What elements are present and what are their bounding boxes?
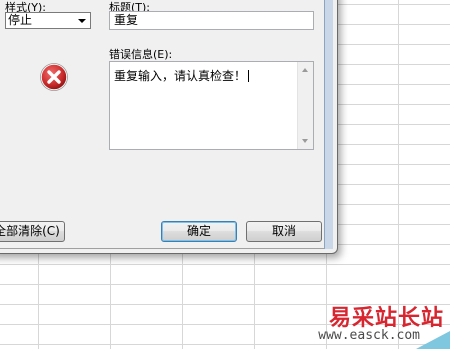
- corner-decoration: [416, 331, 450, 349]
- chevron-down-icon[interactable]: [78, 19, 86, 23]
- cancel-button[interactable]: 取消: [246, 221, 322, 242]
- style-select[interactable]: 停止: [5, 12, 91, 29]
- title-input[interactable]: 重复: [109, 11, 314, 30]
- scroll-up-arrow-icon[interactable]: [302, 68, 308, 72]
- error-stop-icon: [40, 63, 68, 91]
- scroll-down-arrow-icon[interactable]: [302, 139, 308, 143]
- watermark-url: www.easck.com: [318, 328, 420, 343]
- textarea-scrollbar[interactable]: [297, 62, 313, 149]
- data-validation-dialog: 样式(Y): 停止 标题(T): 重复 错误信息(E): 重复输入，请认真检查！: [0, 0, 338, 254]
- style-select-value: 停止: [8, 13, 33, 27]
- ok-button[interactable]: 确定: [161, 221, 237, 242]
- title-input-value: 重复: [114, 13, 139, 27]
- error-message-value: 重复输入，请认真检查！: [114, 69, 247, 83]
- error-message-label: 错误信息(E):: [109, 48, 173, 61]
- dialog-body: 样式(Y): 停止 标题(T): 重复 错误信息(E): 重复输入，请认真检查！: [0, 0, 326, 249]
- clear-all-button[interactable]: 全部清除(C): [0, 221, 65, 242]
- text-caret: [248, 70, 250, 82]
- error-message-textarea[interactable]: 重复输入，请认真检查！: [109, 61, 314, 150]
